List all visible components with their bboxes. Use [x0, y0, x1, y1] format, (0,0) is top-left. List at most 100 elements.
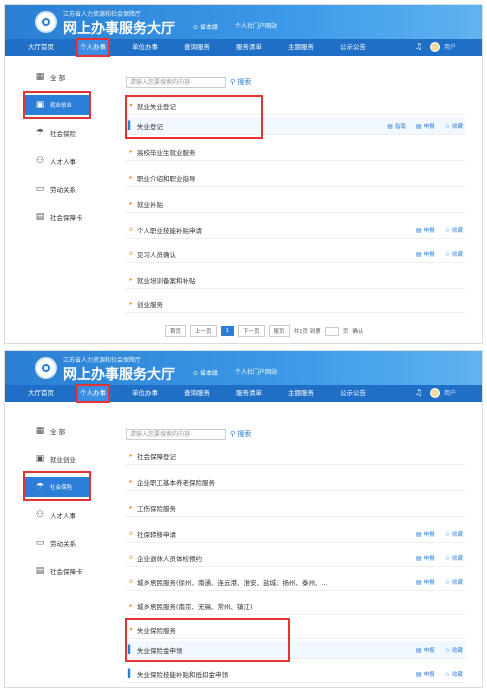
sidebar-item-card[interactable]: ▤ 社会保障卡	[23, 207, 91, 227]
apply-link[interactable]: ▤ 申报	[416, 670, 435, 678]
nav-notice[interactable]: 公示公告	[337, 39, 369, 56]
list-item[interactable]: ▍ 失业登记 ▤ 指南 ▤ 申报 ☆ 收藏	[125, 117, 465, 135]
nav-query[interactable]: 查询服务	[181, 39, 213, 56]
header-subtitle: 江苏省人力资源和社会保障厅	[63, 11, 142, 18]
nav-theme[interactable]: 主题服务	[285, 385, 317, 402]
fav-link[interactable]: ☆ 收藏	[445, 670, 463, 678]
page-unit: 页	[342, 329, 349, 335]
list-item[interactable]: o 见习人员确认 ▤ 申报 ☆ 收藏	[125, 245, 465, 263]
list-item[interactable]: ▸ 就业培训备案和补贴	[125, 271, 465, 289]
nav-theme[interactable]: 主题服务	[285, 39, 317, 56]
sidebar-item-employment[interactable]: ▣ 就业创业	[23, 449, 91, 469]
apply-link[interactable]: ▤ 申报	[416, 530, 435, 538]
apply-link[interactable]: ▤ 申报	[416, 226, 435, 234]
list-item[interactable]: ▸ 高校毕业生就业服务	[125, 143, 465, 161]
search-button[interactable]: ⚲ 搜索	[230, 77, 251, 87]
sidebar-item-labor[interactable]: ▭ 劳动关系	[23, 533, 91, 553]
sidebar-item-all[interactable]: ▦ 全 部	[23, 67, 91, 87]
list-item[interactable]: ▸ 就业补贴	[125, 195, 465, 213]
list-item[interactable]: o 企业退休人员体检预约 ▤ 申报 ☆ 收藏	[125, 549, 465, 567]
user-name[interactable]: 用户	[444, 42, 456, 51]
chevron-right-icon: ▸	[129, 602, 133, 609]
list-item[interactable]: ▍ 失业保险技能补贴和抵扣金申领 ▤ 申报 ☆ 收藏	[125, 665, 465, 683]
dot-icon: o	[129, 250, 133, 257]
bell-icon[interactable]: ♫	[415, 388, 424, 398]
nav-query[interactable]: 查询服务	[181, 385, 213, 402]
guide-link[interactable]: ▤ 指南	[387, 122, 406, 130]
nav-service-list[interactable]: 服务清单	[233, 385, 265, 402]
site-link[interactable]: 个人社门户网站	[235, 21, 277, 30]
chevron-right-icon: ▸	[129, 148, 133, 155]
bar-icon: ▍	[127, 645, 135, 654]
briefcase-icon: ▣	[35, 454, 45, 464]
apply-link[interactable]: ▤ 申报	[416, 122, 435, 130]
fav-link[interactable]: ☆ 收藏	[445, 122, 463, 130]
fav-link[interactable]: ☆ 收藏	[445, 578, 463, 586]
fav-link[interactable]: ☆ 收藏	[445, 530, 463, 538]
apply-link[interactable]: ▤ 申报	[416, 646, 435, 654]
list-item[interactable]: ▸ 职业介绍和职业指导	[125, 169, 465, 187]
nav-service-list[interactable]: 服务清单	[233, 39, 265, 56]
list-item[interactable]: o 城乡居民服务(徐州、南通、连云港、淮安、盐城、扬州、泰州、... ▤ 申报 ☆ 收藏	[125, 573, 465, 591]
sidebar-item-insurance[interactable]: ☂ 社会保险	[23, 123, 91, 143]
next-page-button[interactable]: 下一页	[238, 325, 265, 337]
list-item[interactable]: ▾ 失业保险服务	[125, 621, 465, 639]
card-icon: ▤	[35, 566, 45, 576]
dot-icon: o	[129, 530, 133, 537]
page-1-button[interactable]: 1	[220, 326, 235, 336]
user-name[interactable]: 用户	[444, 388, 456, 397]
bar-icon: ▍	[127, 121, 135, 130]
search-button[interactable]: ⚲ 搜索	[230, 429, 251, 439]
search-input[interactable]: 请输入您要搜索的内容	[126, 429, 226, 440]
fav-link[interactable]: ☆ 收藏	[445, 554, 463, 562]
fav-link[interactable]: ☆ 收藏	[445, 646, 463, 654]
last-page-button[interactable]: 尾页	[268, 325, 290, 337]
grid-icon: ▦	[35, 426, 45, 436]
grid-icon: ▦	[35, 72, 45, 82]
confirm-button[interactable]: 确认	[352, 327, 363, 335]
list-item[interactable]: ▍ 失业保险金申领 ▤ 申报 ☆ 收藏	[125, 641, 465, 659]
sidebar-item-employment[interactable]: ▣ 就业创业	[23, 95, 91, 115]
header-title: 网上办事服务大厅	[63, 21, 175, 37]
apply-link[interactable]: ▤ 申报	[416, 554, 435, 562]
nav-personal[interactable]: 个人办事	[76, 384, 110, 403]
sidebar-item-talent[interactable]: ⚇ 人才人事	[23, 151, 91, 171]
nav-unit[interactable]: 单位办事	[129, 39, 161, 56]
main-nav: 大厅首页 个人办事 单位办事 查询服务 服务清单 主题服务 公示公告 ♫ 用户	[5, 38, 482, 57]
sidebar-item-insurance[interactable]: ☂ 社会保险	[23, 477, 91, 497]
list-item[interactable]: ▸ 企业职工基本养老保险服务	[125, 473, 465, 491]
nav-notice[interactable]: 公示公告	[337, 385, 369, 402]
fav-link[interactable]: ☆ 收藏	[445, 226, 463, 234]
sidebar-item-all[interactable]: ▦ 全 部	[23, 421, 91, 441]
sidebar-item-talent[interactable]: ⚇ 人才人事	[23, 505, 91, 525]
first-page-button[interactable]: 首页	[165, 325, 187, 337]
site-link[interactable]: 个人社门户网站	[235, 367, 277, 376]
nav-home[interactable]: 大厅首页	[25, 385, 57, 402]
nav-unit[interactable]: 单位办事	[129, 385, 161, 402]
apply-link[interactable]: ▤ 申报	[416, 578, 435, 586]
avatar[interactable]	[430, 42, 440, 52]
list-item[interactable]: o 个人职业技能补贴申请 ▤ 申报 ☆ 收藏	[125, 221, 465, 239]
list-item[interactable]: ▾ 就业失业登记	[125, 97, 465, 115]
dot-icon: o	[129, 226, 133, 233]
nav-home[interactable]: 大厅首页	[25, 39, 57, 56]
search-input[interactable]: 请输入您要搜索的内容	[126, 77, 226, 88]
list-item[interactable]: ▸ 城乡居民服务(南京、无锡、常州、镇江)	[125, 597, 465, 615]
sidebar-item-card[interactable]: ▤ 社会保障卡	[23, 561, 91, 581]
nav-personal[interactable]: 个人办事	[76, 38, 110, 57]
list-item[interactable]: ▸ 社会保障登记	[125, 447, 465, 465]
avatar[interactable]	[430, 388, 440, 398]
location-selector[interactable]: ⊙ 省本级	[193, 22, 218, 31]
map-pin-icon: ⊙	[193, 24, 199, 31]
chevron-right-icon: ▸	[129, 276, 133, 283]
list-item[interactable]: ▸ 创业服务	[125, 295, 465, 313]
fav-link[interactable]: ☆ 收藏	[445, 250, 463, 258]
list-item[interactable]: o 社保转移申请 ▤ 申报 ☆ 收藏	[125, 525, 465, 543]
prev-page-button[interactable]: 上一页	[190, 325, 217, 337]
bell-icon[interactable]: ♫	[415, 42, 424, 52]
list-item[interactable]: ▸ 工伤保险服务	[125, 499, 465, 517]
page-input[interactable]	[324, 326, 339, 336]
apply-link[interactable]: ▤ 申报	[416, 250, 435, 258]
location-selector[interactable]: ⊙ 省本级	[193, 368, 218, 377]
sidebar-item-labor[interactable]: ▭ 劳动关系	[23, 179, 91, 199]
